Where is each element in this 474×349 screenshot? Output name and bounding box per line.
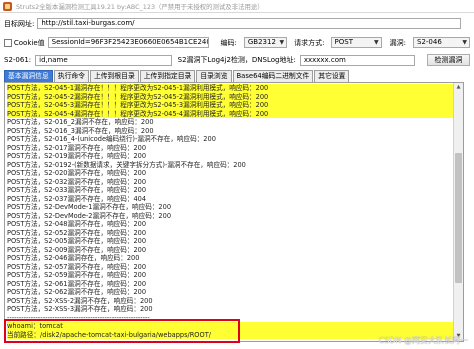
output-line: POST方法，S2-057漏洞不存在，响应码：200	[7, 262, 147, 271]
vuln-select[interactable]: S2-046 ▼	[413, 37, 470, 48]
output-line: POST方法，S2-033漏洞不存在，响应码：200	[7, 186, 147, 194]
app-icon	[3, 1, 12, 11]
target-url-label: 目标网址:	[4, 19, 35, 28]
output-line: POST方法，S2-016_3漏洞不存在，响应码：200	[7, 126, 154, 135]
output-line: POST方法，S2-0192-(新数据请求，关键字拆分方式)-漏洞不存在，响应码…	[7, 160, 246, 169]
scrollbar-thumb[interactable]	[455, 153, 462, 283]
dnslog-input[interactable]: xxxxxx.com	[299, 54, 415, 66]
encoding-label: 编码:	[220, 38, 237, 47]
output-line: POST方法，S2-045-4漏洞存在！！！程序更改为S2-045-4漏洞利用模…	[7, 109, 455, 118]
chevron-down-icon: ▼	[279, 39, 285, 46]
request-method-label: 请求方式:	[294, 38, 325, 47]
output-line: POST方法，S2-016_4-(unicode编码绕行)-漏洞不存在，响应码：…	[7, 135, 216, 143]
vuln-label: 漏洞:	[389, 38, 406, 47]
output-line: POST方法，S2-009漏洞不存在，响应码：200	[7, 245, 147, 254]
output-line: POST方法，S2-017漏洞不存在，响应码：200	[7, 143, 147, 152]
target-row: 目标网址: http://stil.taxi-burgas.com/	[4, 18, 470, 29]
s2-061-label: S2-061:	[4, 56, 32, 64]
output-line: POST方法，S2-032漏洞不存在，响应码：200	[7, 177, 147, 186]
options-row: Cookie值 SessionId=96F3F25423E0660E0654B1…	[4, 37, 470, 48]
encoding-value: GB2312	[247, 38, 276, 46]
output-line: POST方法，S2-062漏洞不存在，响应码：200	[7, 288, 147, 296]
output-line: POST方法，S2-045-2漏洞存在！！！程序更改为S2-045-2漏洞利用模…	[7, 92, 455, 101]
encoding-select[interactable]: GB2312 ▼	[243, 37, 288, 48]
tab-upload-dir[interactable]: 上传到指定目录	[139, 70, 196, 82]
cookie-checkbox[interactable]	[4, 38, 12, 47]
window-title: Struts2全版本漏洞检测工具19.21 by:ABC_123（严禁用于未授权…	[16, 2, 264, 11]
request-method-select[interactable]: POST ▼	[330, 37, 382, 48]
output-line: POST方法，S2-XSS-3漏洞不存在，响应码：200	[7, 305, 153, 313]
tab-basic-info[interactable]: 基本漏洞信息	[4, 70, 53, 82]
tab-exec-command[interactable]: 执行命令	[53, 70, 89, 82]
request-method-value: POST	[334, 38, 353, 46]
output-line: POST方法，S2-XSS-2漏洞不存在，响应码：200	[7, 296, 153, 305]
cookie-label: Cookie值	[13, 38, 45, 47]
scroll-up-icon[interactable]: ▲	[454, 83, 463, 92]
output-panel[interactable]: POST方法，S2-045-1漏洞存在！！！程序更改为S2-045-1漏洞利用模…	[4, 82, 464, 342]
output-line: POST方法，S2-046漏洞存在，响应码：200	[7, 254, 140, 262]
dnslog-label: S2漏洞下Log4j2检测，DNSLog地址:	[177, 56, 296, 64]
output-line: POST方法，S2-037漏洞不存在，响应码：404	[7, 194, 147, 203]
cookie-input[interactable]: SessionId=96F3F25423E0660E0654B1CE240C3C…	[47, 37, 209, 48]
s2-061-row: S2-061: id,name S2漏洞下Log4j2检测，DNSLog地址: …	[4, 54, 470, 66]
tab-settings[interactable]: 其它设置	[314, 70, 350, 82]
output-line: POST方法，S2-020漏洞不存在，响应码：200	[7, 169, 147, 177]
target-url-input[interactable]: http://stil.taxi-burgas.com/	[37, 18, 462, 29]
output-line: POST方法，S2-061漏洞不存在，响应码：200	[7, 279, 147, 288]
s2-061-input[interactable]: id,name	[35, 54, 172, 66]
watermark: CSDN @网安大队长阿一	[378, 336, 468, 345]
output-line: POST方法，S2-005漏洞不存在，响应码：200	[7, 237, 147, 245]
detect-vuln-button[interactable]: 检测漏洞	[426, 54, 470, 66]
vuln-value: S2-046	[417, 38, 442, 46]
output-line: POST方法，S2-DevMode-1漏洞不存在，响应码：200	[7, 203, 172, 211]
output-line: whoami：tomcat	[7, 322, 455, 331]
output-line: ----------------------------------------…	[7, 313, 150, 322]
output-line: POST方法，S2-DevMode-2漏洞不存在，响应码：200	[7, 211, 172, 220]
tab-upload-root[interactable]: 上传到根目录	[89, 70, 139, 82]
tab-browse-dir[interactable]: 目录浏览	[196, 70, 232, 82]
output-line: POST方法，S2-048漏洞不存在，响应码：200	[7, 220, 147, 228]
chevron-down-icon: ▼	[462, 39, 467, 46]
output-line: POST方法，S2-016_2漏洞不存在，响应码：200	[7, 118, 154, 126]
output-line: POST方法，S2-052漏洞不存在，响应码：200	[7, 228, 147, 237]
output-line: POST方法，S2-019漏洞不存在，响应码：200	[7, 152, 147, 160]
vertical-scrollbar[interactable]: ▲ ▼	[453, 83, 463, 341]
output-line: POST方法，S2-045-1漏洞存在！！！程序更改为S2-045-1漏洞利用模…	[7, 84, 455, 93]
tab-base64[interactable]: Base64编码二进制文件	[232, 70, 314, 82]
output-line: POST方法，S2-059漏洞不存在，响应码：200	[7, 271, 147, 279]
tab-bar: 基本漏洞信息 执行命令 上传到根目录 上传到指定目录 目录浏览 Base64编码…	[4, 70, 350, 82]
output-line: POST方法，S2-045-3漏洞存在！！！程序更改为S2-045-3漏洞利用模…	[7, 101, 455, 110]
title-bar: Struts2全版本漏洞检测工具19.21 by:ABC_123（严禁用于未授权…	[0, 0, 474, 13]
output-lines: POST方法，S2-045-1漏洞存在！！！程序更改为S2-045-1漏洞利用模…	[7, 84, 455, 339]
chevron-down-icon: ▼	[374, 39, 379, 46]
